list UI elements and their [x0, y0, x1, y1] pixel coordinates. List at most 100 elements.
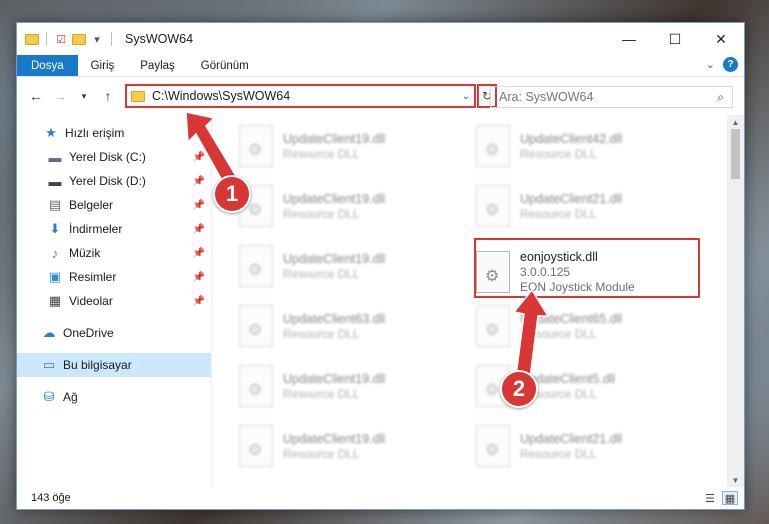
- item-count: 143 öğe: [31, 492, 71, 504]
- file-type: Resource DLL: [283, 446, 360, 461]
- tab-view[interactable]: Görünüm: [188, 55, 262, 76]
- pin-icon[interactable]: 📌: [193, 200, 205, 211]
- quick-access-toolbar: ☑ ▾: [17, 32, 115, 46]
- chevron-down-icon[interactable]: ⌄: [462, 91, 470, 102]
- vertical-scrollbar[interactable]: ▲ ▼: [727, 115, 744, 487]
- pin-icon[interactable]: 📌: [193, 296, 205, 307]
- sidebar-item-label: Bu bilgisayar: [63, 358, 132, 372]
- customize-toolbar-icon[interactable]: ▾: [90, 32, 104, 46]
- sidebar-item-label: OneDrive: [63, 326, 114, 340]
- sidebar-item-local-disk-c[interactable]: ▬ Yerel Disk (C:) 📌: [17, 145, 211, 169]
- sidebar-item-label: Müzik: [69, 246, 101, 260]
- dll-file-icon: [239, 125, 273, 167]
- download-icon: ⬇: [49, 221, 61, 236]
- dll-file-icon: [239, 425, 273, 467]
- view-switcher: ☰ ▦: [702, 491, 738, 505]
- pin-icon[interactable]: 📌: [193, 224, 205, 235]
- search-icon[interactable]: ⌕: [717, 90, 724, 105]
- file-type: Resource DLL: [283, 206, 360, 221]
- list-item[interactable]: UpdateClient63.dllResource DLL: [239, 301, 449, 351]
- list-item[interactable]: UpdateClient21.dllResource DLL: [476, 181, 686, 231]
- large-icons-view-icon[interactable]: ▦: [722, 491, 738, 505]
- file-type: Resource DLL: [520, 326, 597, 341]
- list-item[interactable]: UpdateClient19.dllResource DLL: [239, 121, 449, 171]
- forward-arrow-icon[interactable]: →: [49, 85, 71, 107]
- sidebar-item-pictures[interactable]: ▣ Resimler 📌: [17, 265, 211, 289]
- back-arrow-icon[interactable]: ←: [25, 85, 47, 107]
- ribbon-right: ⌄ ?: [706, 57, 738, 72]
- star-icon: ★: [45, 125, 57, 140]
- sidebar-item-downloads[interactable]: ⬇ İndirmeler 📌: [17, 217, 211, 241]
- sidebar-item-label: Yerel Disk (C:): [69, 150, 146, 164]
- sidebar-item-documents[interactable]: ▤ Belgeler 📌: [17, 193, 211, 217]
- scroll-up-icon[interactable]: ▲: [727, 115, 744, 129]
- file-name: UpdateClient65.dll: [520, 311, 623, 326]
- title-bar: ☑ ▾ SysWOW64 — ☐ ✕: [17, 23, 744, 55]
- up-arrow-icon[interactable]: ↑: [97, 85, 119, 107]
- dll-file-icon: [476, 185, 510, 227]
- list-item[interactable]: UpdateClient19.dllResource DLL: [239, 421, 449, 471]
- scroll-down-icon[interactable]: ▼: [727, 473, 744, 487]
- pin-icon[interactable]: 📌: [193, 176, 205, 187]
- tab-share[interactable]: Paylaş: [127, 55, 188, 76]
- main-body: ★ Hızlı erişim ▬ Yerel Disk (C:) 📌 ▬ Yer…: [17, 115, 744, 487]
- tab-home[interactable]: Giriş: [78, 55, 128, 76]
- file-type: Resource DLL: [520, 146, 597, 161]
- sidebar-item-onedrive[interactable]: ☁ OneDrive: [17, 321, 211, 345]
- pin-icon[interactable]: 📌: [193, 272, 205, 283]
- details-view-icon[interactable]: ☰: [702, 491, 718, 505]
- file-name: UpdateClient21.dll: [520, 431, 623, 446]
- navigation-buttons: ← → ▾ ↑: [17, 85, 125, 107]
- list-item[interactable]: UpdateClient65.dllResource DLL: [476, 301, 686, 351]
- list-item[interactable]: UpdateClient19.dllResource DLL: [239, 361, 449, 411]
- new-folder-icon[interactable]: [72, 32, 86, 46]
- list-item[interactable]: UpdateClient19.dllResource DLL: [239, 181, 449, 231]
- sidebar-item-this-pc[interactable]: ▭ Bu bilgisayar: [17, 353, 211, 377]
- file-type: Resource DLL: [283, 326, 360, 341]
- minimize-button[interactable]: —: [606, 23, 652, 55]
- file-type: Resource DLL: [283, 386, 360, 401]
- file-name: UpdateClient21.dll: [520, 191, 623, 206]
- window-controls: — ☐ ✕: [606, 23, 744, 55]
- recent-locations-icon[interactable]: ▾: [73, 85, 95, 107]
- sidebar-item-label: Hızlı erişim: [65, 126, 125, 140]
- step-1-badge: 1: [213, 175, 251, 213]
- divider: [111, 32, 112, 46]
- list-item[interactable]: UpdateClient19.dllResource DLL: [239, 241, 449, 291]
- sidebar-item-label: Videolar: [69, 294, 113, 308]
- dll-file-icon: [476, 125, 510, 167]
- help-icon[interactable]: ?: [723, 57, 738, 72]
- tab-file[interactable]: Dosya: [17, 55, 78, 76]
- list-item[interactable]: UpdateClient42.dllResource DLL: [476, 121, 686, 171]
- expand-ribbon-icon[interactable]: ⌄: [706, 58, 715, 71]
- file-name: UpdateClient19.dll: [283, 251, 386, 266]
- network-icon: ⛁: [43, 389, 55, 404]
- file-name: UpdateClient19.dll: [283, 131, 386, 146]
- dll-file-icon: [239, 365, 273, 407]
- address-bar[interactable]: C:\Windows\SysWOW64 ⌄: [125, 84, 476, 108]
- pin-icon[interactable]: 📌: [193, 248, 205, 259]
- sidebar-item-network[interactable]: ⛁ Ağ: [17, 385, 211, 409]
- pin-icon[interactable]: 📌: [193, 152, 205, 163]
- divider: [46, 32, 47, 46]
- close-button[interactable]: ✕: [698, 23, 744, 55]
- sidebar-item-label: Belgeler: [69, 198, 114, 212]
- computer-icon: ▭: [42, 357, 56, 372]
- sidebar-item-label: Ağ: [63, 390, 78, 404]
- ribbon-tabs: Dosya Giriş Paylaş Görünüm ⌄ ?: [17, 55, 744, 77]
- search-input[interactable]: Ara: SysWOW64 ⌕: [490, 86, 733, 108]
- sidebar-item-videos[interactable]: ▦ Videolar 📌: [17, 289, 211, 313]
- music-icon: ♪: [51, 245, 59, 261]
- file-name: UpdateClient19.dll: [283, 191, 386, 206]
- sidebar-item-local-disk-d[interactable]: ▬ Yerel Disk (D:) 📌: [17, 169, 211, 193]
- file-type: Resource DLL: [520, 206, 597, 221]
- step-2-badge: 2: [500, 370, 538, 408]
- properties-icon[interactable]: ☑: [54, 32, 68, 46]
- sidebar-item-music[interactable]: ♪ Müzik 📌: [17, 241, 211, 265]
- list-item[interactable]: UpdateClient21.dllResource DLL: [476, 421, 686, 471]
- sidebar-item-label: İndirmeler: [69, 222, 123, 236]
- sidebar-item-quick-access[interactable]: ★ Hızlı erişim: [17, 121, 211, 145]
- address-path[interactable]: C:\Windows\SysWOW64: [152, 89, 290, 103]
- scrollbar-thumb[interactable]: [731, 129, 740, 179]
- maximize-button[interactable]: ☐: [652, 23, 698, 55]
